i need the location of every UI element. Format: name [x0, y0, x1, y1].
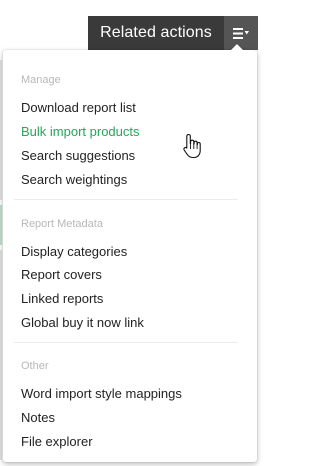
menu-item-search-suggestions[interactable]: Search suggestions	[21, 148, 135, 163]
menu-divider	[14, 342, 238, 343]
menu-item-linked-reports[interactable]: Linked reports	[21, 291, 103, 306]
menu-item-download-report-list[interactable]: Download report list	[21, 100, 136, 115]
menu-item-word-import-style-mappings[interactable]: Word import style mappings	[21, 386, 182, 401]
menu-item-notes[interactable]: Notes	[21, 410, 55, 425]
related-actions-label: Related actions	[100, 24, 212, 41]
menu-divider	[14, 199, 238, 200]
page: Related actions Manage Download report l…	[0, 0, 269, 466]
background-edge-accent	[0, 205, 2, 245]
menu-item-file-explorer[interactable]: File explorer	[21, 434, 93, 449]
menu-item-report-covers[interactable]: Report covers	[21, 267, 102, 282]
section-title-other: Other	[21, 360, 49, 372]
menu-item-search-weightings[interactable]: Search weightings	[21, 172, 127, 187]
menu-item-bulk-import-products[interactable]: Bulk import products	[21, 124, 140, 139]
section-title-manage: Manage	[21, 74, 61, 86]
list-menu-icon	[233, 27, 249, 40]
background-edge	[0, 60, 2, 200]
background-edge	[0, 250, 2, 460]
section-title-report-metadata: Report Metadata	[21, 218, 103, 230]
menu-item-display-categories[interactable]: Display categories	[21, 244, 127, 259]
hand-pointer-icon	[183, 133, 201, 164]
related-actions-button[interactable]: Related actions	[88, 16, 224, 50]
dropdown-caret	[230, 44, 244, 51]
menu-item-global-buy-it-now-link[interactable]: Global buy it now link	[21, 315, 144, 330]
